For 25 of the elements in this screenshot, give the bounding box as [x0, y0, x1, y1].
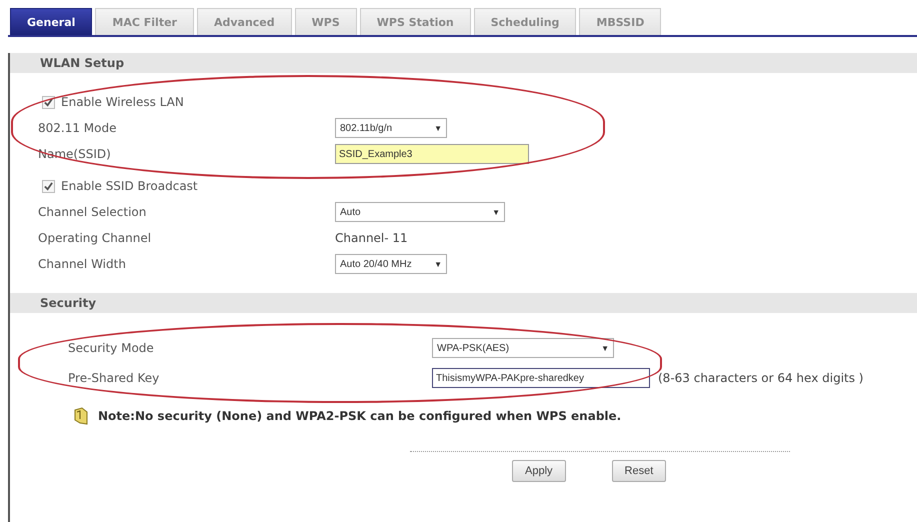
form-button[interactable]: Reset: [612, 460, 666, 482]
dropdown[interactable]: WPA-PSK(AES) ▼: [432, 338, 614, 358]
section-header: WLAN Setup: [10, 53, 917, 73]
field-label: Pre-Shared Key: [68, 371, 160, 385]
field-hint: (8-63 characters or 64 hex digits ): [658, 371, 864, 385]
input-field[interactable]: SSID_Example3: [335, 144, 529, 164]
checkbox[interactable]: [42, 96, 55, 108]
dropdown[interactable]: Auto 20/40 MHz ▼: [335, 254, 447, 274]
field-label: Channel Selection: [38, 205, 148, 219]
dropdown[interactable]: Auto ▼: [335, 202, 505, 222]
checkbox-label: Enable Wireless LAN: [61, 95, 184, 109]
checkbox[interactable]: [42, 180, 55, 192]
section-header: Security: [10, 293, 917, 313]
field-label: 802.11 Mode: [38, 121, 118, 135]
checkbox-label: Enable SSID Broadcast: [61, 179, 198, 193]
form-button[interactable]: Apply: [512, 460, 566, 482]
field-label: Channel Width: [38, 257, 127, 271]
field-label: Security Mode: [68, 341, 155, 355]
field-label: Operating Channel: [38, 231, 152, 245]
dropdown[interactable]: 802.11b/g/n ▼: [335, 118, 447, 138]
note-icon: [74, 407, 88, 425]
field-value: Channel- 11: [335, 231, 408, 245]
note-text: Note:No security (None) and WPA2-PSK can be configured when WPS enable.: [98, 409, 622, 423]
input-field[interactable]: ThisismyWPA-PAKpre-sharedkey: [432, 368, 650, 388]
tab[interactable]: General: [10, 8, 92, 35]
